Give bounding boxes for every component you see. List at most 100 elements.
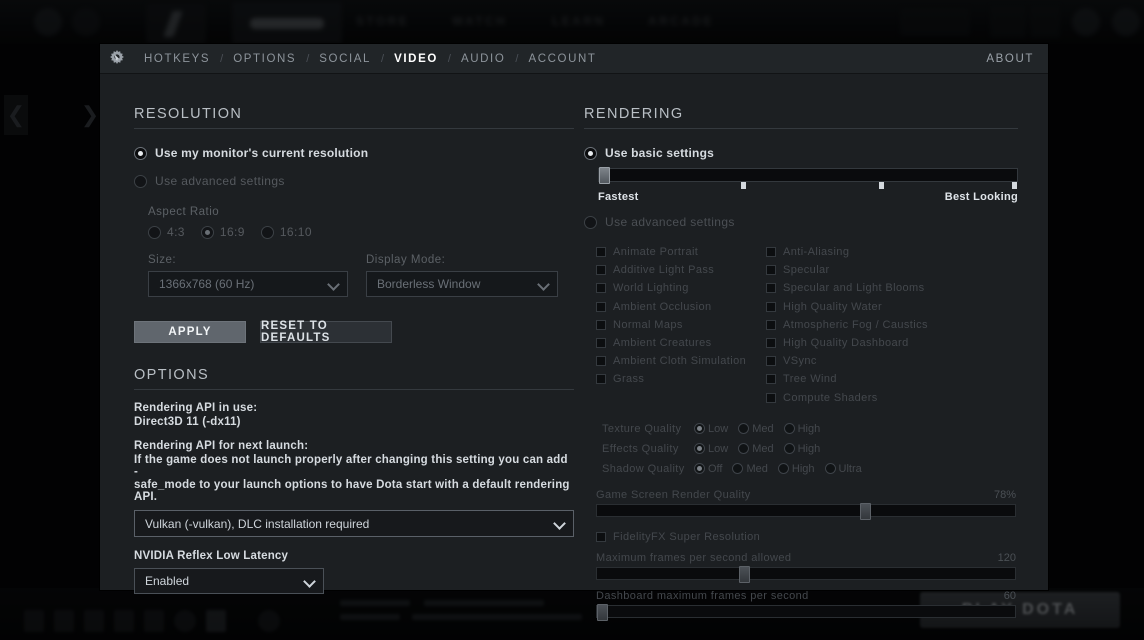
radio-use-basic-settings[interactable]: Use basic settings <box>584 146 1018 160</box>
checkbox-tree-wind[interactable]: Tree Wind <box>766 370 1016 388</box>
chevron-down-icon <box>538 279 549 290</box>
tab-account[interactable]: ACCOUNT <box>518 53 606 65</box>
checkbox-specular[interactable]: Specular <box>766 261 1016 279</box>
checkbox-animate-portrait[interactable]: Animate Portrait <box>596 243 766 261</box>
max-fps-head: Maximum frames per second allowed 120 <box>596 552 1016 564</box>
about-link[interactable]: ABOUT <box>986 53 1034 65</box>
checkbox-icon <box>766 374 776 385</box>
size-select[interactable]: 1366x768 (60 Hz) <box>148 271 348 297</box>
checkbox-label: High Quality Water <box>783 300 883 313</box>
quality-preset-handle[interactable] <box>599 167 610 184</box>
radio-use-monitor-resolution[interactable]: Use my monitor's current resolution <box>134 146 574 160</box>
tab-video[interactable]: VIDEO <box>384 53 448 65</box>
settings-body: RESOLUTION Use my monitor's current reso… <box>100 74 1048 621</box>
aspect-option-4-3[interactable]: 4:3 <box>148 225 185 239</box>
advanced-checkbox-grid: Animate Portrait Additive Light Pass Wor… <box>596 243 1018 407</box>
left-column: RESOLUTION Use my monitor's current reso… <box>134 106 574 594</box>
quality-tick-1 <box>741 182 747 189</box>
dashboard-fps-slider[interactable]: Dashboard maximum frames per second 60 <box>596 590 1016 621</box>
rendering-api-in-use-group: Rendering API in use: Direct3D 11 (-dx11… <box>134 402 574 428</box>
checkbox-vsync[interactable]: VSync <box>766 352 1016 370</box>
dashboard-fps-track[interactable] <box>596 603 1016 621</box>
max-fps-track[interactable] <box>596 565 1016 583</box>
aspect-option-16-10[interactable]: 16:10 <box>260 225 312 239</box>
quality-preset-slider[interactable]: Fastest Best Looking <box>598 167 1018 203</box>
shadow-quality-ultra[interactable]: Ultra <box>824 463 862 475</box>
dashboard-fps-handle[interactable] <box>597 603 608 621</box>
checkbox-column-left: Animate Portrait Additive Light Pass Wor… <box>596 243 766 407</box>
option-label: High <box>791 462 815 475</box>
aspect-option-16-9[interactable]: 16:9 <box>200 225 245 239</box>
api-next-help-line2: safe_mode to your launch options to have… <box>134 479 570 503</box>
checkbox-icon <box>766 301 776 312</box>
tab-social[interactable]: SOCIAL <box>309 53 381 65</box>
radio-icon-16-9 <box>200 225 214 239</box>
radio-icon-advanced-rendering <box>584 215 597 229</box>
resolution-section-title: RESOLUTION <box>134 106 574 129</box>
checkbox-icon <box>766 283 776 294</box>
checkbox-ambient-occlusion[interactable]: Ambient Occlusion <box>596 298 766 316</box>
checkbox-specular-and-light-blooms[interactable]: Specular and Light Blooms <box>766 279 1016 297</box>
checkbox-label: Grass <box>613 373 645 386</box>
texture-quality-med[interactable]: Med <box>738 423 774 435</box>
checkbox-atmospheric-fog-caustics[interactable]: Atmospheric Fog / Caustics <box>766 316 1016 334</box>
checkbox-label: Normal Maps <box>613 318 683 331</box>
checkbox-grass[interactable]: Grass <box>596 370 766 388</box>
checkbox-ambient-cloth-simulation[interactable]: Ambient Cloth Simulation <box>596 352 766 370</box>
api-in-use-label: Rendering API in use: <box>134 402 258 414</box>
size-label: Size: <box>148 254 177 266</box>
checkbox-anti-aliasing[interactable]: Anti-Aliasing <box>766 243 1016 261</box>
texture-quality-low[interactable]: Low <box>694 423 728 435</box>
apply-button[interactable]: APPLY <box>134 321 246 343</box>
checkbox-label: World Lighting <box>613 282 689 295</box>
checkbox-icon <box>596 247 606 258</box>
quality-tick-2 <box>879 182 885 189</box>
checkbox-normal-maps[interactable]: Normal Maps <box>596 316 766 334</box>
shadow-quality-med[interactable]: Med <box>732 463 768 475</box>
checkbox-icon <box>766 319 776 330</box>
nvidia-reflex-label: NVIDIA Reflex Low Latency <box>134 550 289 562</box>
rendering-api-select[interactable]: Vulkan (-vulkan), DLC installation requi… <box>134 510 574 537</box>
checkbox-additive-light-pass[interactable]: Additive Light Pass <box>596 261 766 279</box>
radio-use-advanced-resolution[interactable]: Use advanced settings <box>134 174 574 188</box>
radio-icon <box>777 463 789 475</box>
radio-icon <box>694 463 705 475</box>
render-quality-handle[interactable] <box>860 502 872 520</box>
reset-to-defaults-button[interactable]: RESET TO DEFAULTS <box>260 320 392 344</box>
aspect-label-4-3: 4:3 <box>167 225 185 239</box>
tab-hotkeys[interactable]: HOTKEYS <box>134 53 220 65</box>
checkbox-column-right: Anti-Aliasing Specular Specular and Ligh… <box>766 243 1016 407</box>
nvidia-reflex-select[interactable]: Enabled <box>134 568 324 594</box>
rendering-api-select-value: Vulkan (-vulkan), DLC installation requi… <box>145 516 370 531</box>
checkbox-ambient-creatures[interactable]: Ambient Creatures <box>596 334 766 352</box>
quality-preset-track[interactable] <box>598 167 1018 189</box>
render-quality-value: 78% <box>993 488 1016 501</box>
option-label: Med <box>752 442 774 455</box>
checkbox-high-quality-dashboard[interactable]: High Quality Dashboard <box>766 334 1016 352</box>
tab-options[interactable]: OPTIONS <box>223 53 306 65</box>
texture-quality-high[interactable]: High <box>783 423 820 435</box>
gear-icon[interactable] <box>100 44 134 74</box>
checkbox-compute-shaders[interactable]: Compute Shaders <box>766 389 1016 407</box>
shadow-quality-off[interactable]: Off <box>694 463 722 475</box>
checkbox-fidelityfx-super-resolution[interactable]: FidelityFX Super Resolution <box>596 528 1018 546</box>
dashboard-fps-head: Dashboard maximum frames per second 60 <box>596 590 1016 602</box>
radio-use-advanced-rendering[interactable]: Use advanced settings <box>584 215 1018 229</box>
display-mode-select[interactable]: Borderless Window <box>366 271 558 297</box>
tab-audio[interactable]: AUDIO <box>451 53 515 65</box>
shadow-quality-high[interactable]: High <box>777 462 815 475</box>
effects-quality-low[interactable]: Low <box>694 443 728 455</box>
checkbox-label: Compute Shaders <box>783 391 878 404</box>
quality-slider-left-label: Fastest <box>598 191 639 203</box>
checkbox-high-quality-water[interactable]: High Quality Water <box>766 298 1016 316</box>
nvidia-reflex-group: NVIDIA Reflex Low Latency Enabled <box>134 550 574 594</box>
render-quality-track[interactable] <box>596 502 1016 520</box>
effects-quality-med[interactable]: Med <box>738 442 774 455</box>
checkbox-world-lighting[interactable]: World Lighting <box>596 279 766 297</box>
size-and-display-row: Size: 1366x768 (60 Hz) Display Mode: Bor… <box>148 254 574 297</box>
display-mode-group: Display Mode: Borderless Window <box>366 254 558 297</box>
effects-quality-high[interactable]: High <box>783 443 820 455</box>
max-fps-slider[interactable]: Maximum frames per second allowed 120 <box>596 552 1016 583</box>
max-fps-handle[interactable] <box>739 565 751 583</box>
game-screen-render-quality-slider[interactable]: Game Screen Render Quality 78% <box>596 488 1016 520</box>
